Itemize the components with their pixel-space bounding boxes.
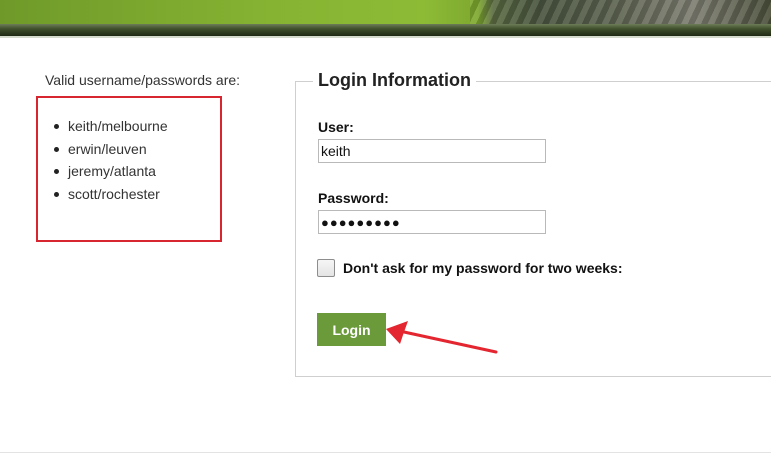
annotation-arrow-icon [386,321,498,354]
header-divider [0,36,771,38]
password-label: Password: [318,190,389,206]
user-input[interactable] [318,139,546,163]
credential-item: erwin/leuven [54,139,168,162]
credential-item: jeremy/atlanta [54,161,168,184]
credential-text: scott/rochester [68,185,160,202]
bullet-icon [54,191,59,197]
user-label: User: [318,119,354,135]
bullet-icon [54,124,59,129]
credential-item: scott/rochester [54,184,168,207]
bullet-icon [54,169,59,174]
credentials-highlight-box: keith/melbourne erwin/leuven jeremy/atla… [36,96,222,242]
bullet-icon [54,146,59,152]
remember-checkbox[interactable] [317,259,335,277]
credential-text: jeremy/atlanta [68,163,156,179]
remember-label: Don't ask for my password for two weeks: [343,260,623,276]
credential-item: keith/melbourne [54,116,168,139]
credential-text: keith/melbourne [68,118,168,134]
credential-text: erwin/leuven [68,140,147,157]
login-button[interactable]: Login [317,313,386,346]
login-legend: Login Information [313,70,476,91]
password-input[interactable] [318,210,546,234]
footer-divider [0,452,771,453]
login-page: Valid username/passwords are: keith/melb… [0,0,771,465]
header-banner-shadow [0,24,771,36]
credentials-list: keith/melbourne erwin/leuven jeremy/atla… [54,116,168,206]
credentials-heading: Valid username/passwords are: [45,72,241,88]
header-banner [0,0,771,24]
